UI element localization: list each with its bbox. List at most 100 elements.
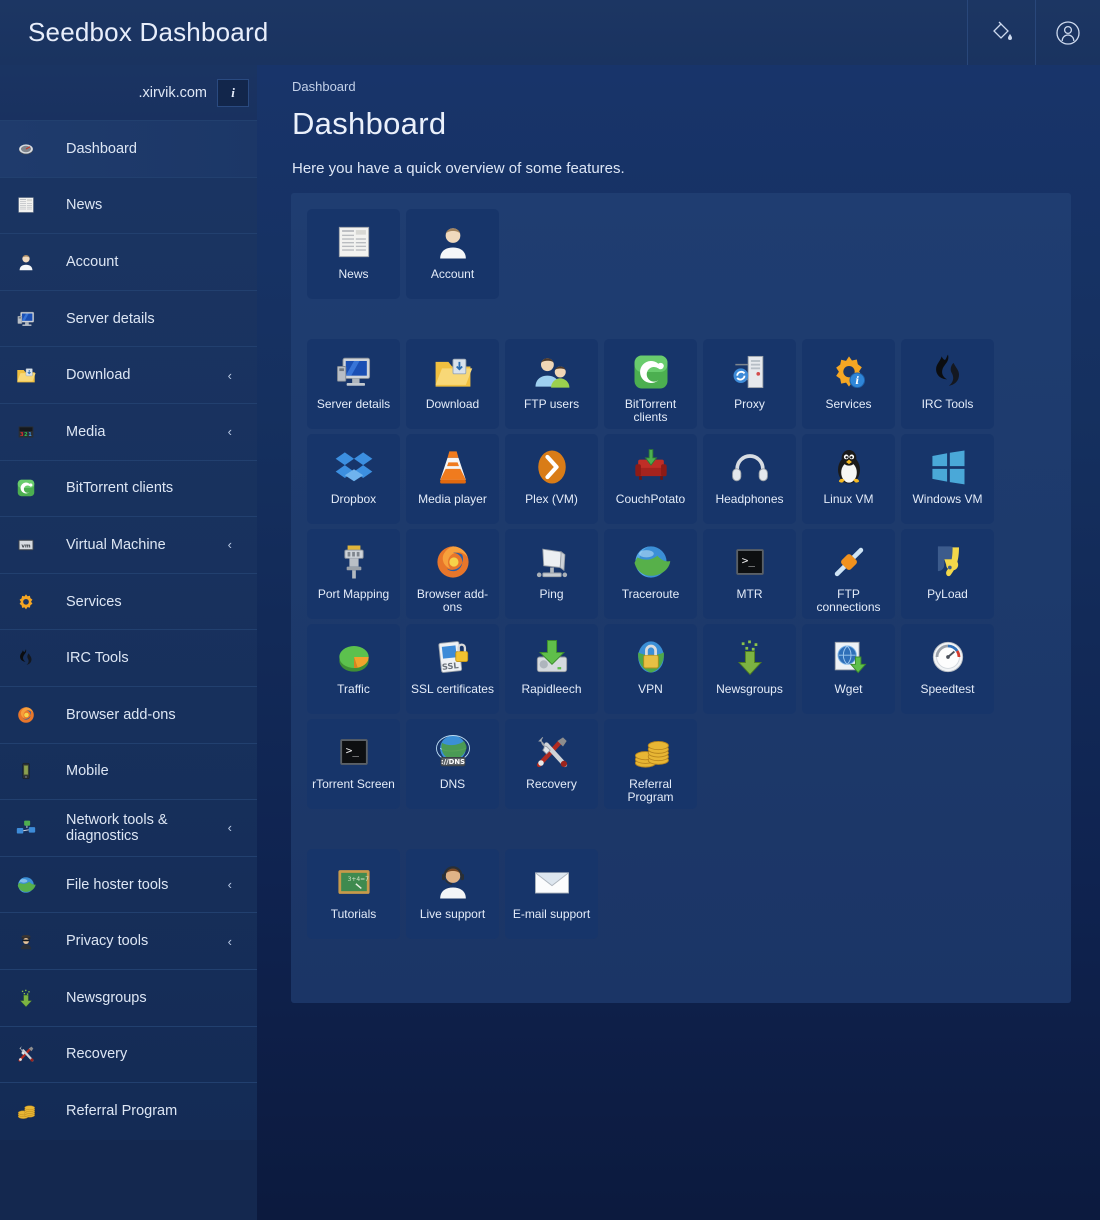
theme-switch-button[interactable]: [967, 0, 1035, 65]
globe-icon: [13, 872, 39, 898]
tile-wget[interactable]: Wget: [802, 624, 895, 714]
tile-plex-vm[interactable]: Plex (VM): [505, 434, 598, 524]
tile-headphones[interactable]: Headphones: [703, 434, 796, 524]
tile-ssl-certificates[interactable]: SSL SSL certificates: [406, 624, 499, 714]
tile-dns[interactable]: ://DNS DNS: [406, 719, 499, 809]
tile-ftp-users[interactable]: FTP users: [505, 339, 598, 429]
tile-label: Headphones: [715, 492, 784, 506]
tile-services[interactable]: i Services: [802, 339, 895, 429]
coins-icon: [627, 728, 675, 776]
tile-rapidleech[interactable]: Rapidleech: [505, 624, 598, 714]
user-account-button[interactable]: [1035, 0, 1100, 65]
tile-referral-program[interactable]: Referral Program: [604, 719, 697, 809]
breadcrumb[interactable]: Dashboard: [257, 65, 1100, 94]
dns-globe-icon: ://DNS: [429, 728, 477, 776]
sidebar-item-dashboard[interactable]: Dashboard: [0, 120, 257, 177]
network-icon: [13, 815, 39, 841]
sidebar-item-recovery[interactable]: Recovery: [0, 1025, 257, 1083]
tile-row-primary: News Account: [307, 209, 1071, 299]
tile-label: Rapidleech: [521, 682, 582, 696]
tile-label: Windows VM: [912, 492, 983, 506]
tile-vpn[interactable]: VPN: [604, 624, 697, 714]
tile-ping[interactable]: Ping: [505, 529, 598, 619]
tile-label: rTorrent Screen: [312, 777, 395, 791]
tile-newsgroups[interactable]: Newsgroups: [703, 624, 796, 714]
tile-account[interactable]: Account: [406, 209, 499, 299]
sidebar-item-referral-program[interactable]: Referral Program: [0, 1082, 257, 1139]
tile-linux-vm[interactable]: Linux VM: [802, 434, 895, 524]
sidebar-item-mobile[interactable]: Mobile: [0, 742, 257, 800]
tile-e-mail-support[interactable]: E-mail support: [505, 849, 598, 939]
tile-browser-add-ons[interactable]: Browser add-ons: [406, 529, 499, 619]
sidebar-item-news[interactable]: News: [0, 176, 257, 234]
chevron-left-icon[interactable]: ‹: [228, 424, 232, 439]
newspaper-icon: [330, 218, 378, 266]
sidebar-item-media[interactable]: 3 2 1 Media ‹: [0, 402, 257, 460]
svg-text:2: 2: [24, 432, 28, 438]
chevron-left-icon[interactable]: ‹: [228, 934, 232, 949]
tile-label: Referral Program: [627, 777, 674, 804]
tile-live-support[interactable]: Live support: [406, 849, 499, 939]
sidebar-item-account[interactable]: Account: [0, 233, 257, 290]
tile-label: Plex (VM): [525, 492, 578, 506]
page-download-icon: [825, 633, 873, 681]
tile-ftp-connections[interactable]: FTP connections: [802, 529, 895, 619]
tile-traffic[interactable]: Traffic: [307, 624, 400, 714]
sidebar-item-download[interactable]: Download ‹: [0, 346, 257, 403]
tile-media-player[interactable]: Media player: [406, 434, 499, 524]
tile-label: Newsgroups: [716, 682, 783, 696]
sidebar-item-services[interactable]: Services: [0, 572, 257, 630]
tile-proxy[interactable]: Proxy: [703, 339, 796, 429]
tile-bittorrent-clients[interactable]: BitTorrent clients: [604, 339, 697, 429]
sidebar-item-irc-tools[interactable]: IRC Tools: [0, 629, 257, 686]
vlc-cone-icon: [429, 443, 477, 491]
sidebar-item-newsgroups[interactable]: Newsgroups: [0, 968, 257, 1026]
tile-mtr[interactable]: >_ MTR: [703, 529, 796, 619]
sidebar-item-label: File hoster tools: [66, 876, 169, 893]
tile-irc-tools[interactable]: IRC Tools: [901, 339, 994, 429]
tile-traceroute[interactable]: Traceroute: [604, 529, 697, 619]
tile-label: Tutorials: [330, 907, 377, 921]
chevron-left-icon[interactable]: ‹: [228, 820, 232, 835]
tile-dropbox[interactable]: Dropbox: [307, 434, 400, 524]
page-subtitle: Here you have a quick overview of some f…: [292, 160, 625, 177]
sidebar-item-label: Services: [66, 593, 122, 610]
sidebar-item-virtual-machine[interactable]: vm Virtual Machine ‹: [0, 516, 257, 573]
sidebar-item-bittorrent-clients[interactable]: BitTorrent clients: [0, 459, 257, 517]
gear-icon: [13, 589, 39, 615]
chevron-left-icon[interactable]: ‹: [228, 368, 232, 383]
down-arrow-icon: [13, 985, 39, 1011]
svg-text:>_: >_: [345, 744, 359, 757]
tile-speedtest[interactable]: Speedtest: [901, 624, 994, 714]
bittorrent-icon: [627, 348, 675, 396]
chevron-left-icon[interactable]: ‹: [228, 537, 232, 552]
app-brand-title: Seedbox Dashboard: [28, 17, 269, 47]
user-circle-icon: [1053, 18, 1083, 48]
tile-server-details[interactable]: Server details: [307, 339, 400, 429]
sidebar-header: .xirvik.com i: [0, 65, 257, 120]
tile-pyload[interactable]: PyLoad: [901, 529, 994, 619]
tile-recovery[interactable]: Recovery: [505, 719, 598, 809]
server-info-button[interactable]: i: [217, 78, 249, 107]
tile-news[interactable]: News: [307, 209, 400, 299]
tile-label: News: [338, 267, 369, 281]
tile-couchpotato[interactable]: CouchPotato: [604, 434, 697, 524]
flame-icon: [924, 348, 972, 396]
sidebar-item-server-details[interactable]: Server details: [0, 289, 257, 347]
top-bar: Seedbox Dashboard: [0, 0, 1100, 65]
coins-icon: [13, 1098, 39, 1124]
tile-tutorials[interactable]: 3+4=7 Tutorials: [307, 849, 400, 939]
tile-label: PyLoad: [927, 587, 968, 601]
lock-globe-icon: [627, 633, 675, 681]
tile-rtorrent-screen[interactable]: >_ rTorrent Screen: [307, 719, 400, 809]
tile-windows-vm[interactable]: Windows VM: [901, 434, 994, 524]
sidebar-item-network-tools-diagnostics[interactable]: Network tools & diagnostics ‹: [0, 799, 257, 856]
tile-label: Linux VM: [823, 492, 874, 506]
sidebar-item-file-hoster-tools[interactable]: File hoster tools ‹: [0, 855, 257, 913]
tile-port-mapping[interactable]: Port Mapping: [307, 529, 400, 619]
tile-download[interactable]: Download: [406, 339, 499, 429]
sidebar-item-browser-add-ons[interactable]: Browser add-ons: [0, 685, 257, 743]
tile-label: Live support: [419, 907, 486, 921]
chevron-left-icon[interactable]: ‹: [228, 877, 232, 892]
sidebar-item-privacy-tools[interactable]: Privacy tools ‹: [0, 912, 257, 969]
